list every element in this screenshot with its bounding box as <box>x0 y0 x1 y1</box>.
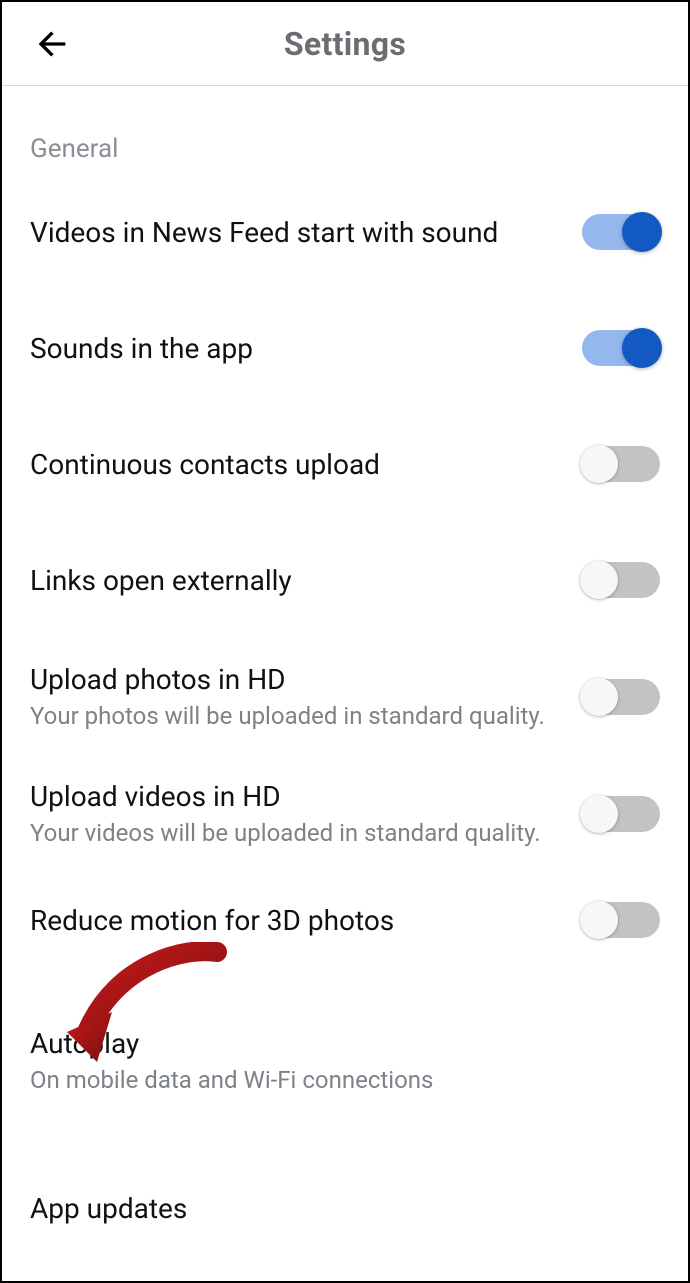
setting-title: Autoplay <box>30 1026 660 1061</box>
toggle-sounds-app[interactable] <box>582 330 660 366</box>
toggle-reduce-motion[interactable] <box>582 902 660 938</box>
toggle-links-external[interactable] <box>582 562 660 598</box>
toggle-upload-photos-hd[interactable] <box>582 679 660 715</box>
section-label-general: General <box>30 134 660 164</box>
toggle-knob <box>580 901 618 939</box>
setting-subtitle: Your photos will be uploaded in standard… <box>30 701 564 731</box>
setting-title: Videos in News Feed start with sound <box>30 215 564 250</box>
setting-title: App updates <box>30 1191 660 1226</box>
setting-row-sounds-app[interactable]: Sounds in the app <box>30 290 660 406</box>
toggle-contacts-upload[interactable] <box>582 446 660 482</box>
setting-title: Reduce motion for 3D photos <box>30 903 564 938</box>
setting-row-links-external[interactable]: Links open externally <box>30 522 660 638</box>
setting-title: Continuous contacts upload <box>30 447 564 482</box>
setting-subtitle: Your videos will be uploaded in standard… <box>30 818 564 848</box>
setting-row-upload-photos-hd[interactable]: Upload photos in HD Your photos will be … <box>30 638 660 755</box>
toggle-videos-sound[interactable] <box>582 214 660 250</box>
toggle-knob <box>622 212 662 252</box>
toggle-knob <box>622 328 662 368</box>
setting-row-contacts-upload[interactable]: Continuous contacts upload <box>30 406 660 522</box>
setting-row-autoplay[interactable]: Autoplay On mobile data and Wi-Fi connec… <box>30 998 660 1123</box>
page-title: Settings <box>2 25 688 63</box>
setting-title: Upload photos in HD <box>30 662 564 697</box>
toggle-upload-videos-hd[interactable] <box>582 796 660 832</box>
toggle-knob <box>580 445 618 483</box>
setting-title: Links open externally <box>30 563 564 598</box>
toggle-knob <box>580 561 618 599</box>
setting-subtitle: On mobile data and Wi-Fi connections <box>30 1065 660 1095</box>
header: Settings <box>2 2 688 86</box>
setting-row-app-updates[interactable]: App updates <box>30 1163 660 1254</box>
setting-row-upload-videos-hd[interactable]: Upload videos in HD Your videos will be … <box>30 755 660 872</box>
setting-title: Sounds in the app <box>30 331 564 366</box>
setting-row-videos-sound[interactable]: Videos in News Feed start with sound <box>30 174 660 290</box>
settings-list: General Videos in News Feed start with s… <box>2 134 688 1254</box>
back-button[interactable] <box>30 22 74 66</box>
toggle-knob <box>580 795 618 833</box>
setting-row-reduce-motion[interactable]: Reduce motion for 3D photos <box>30 872 660 968</box>
arrow-left-icon <box>32 24 72 64</box>
setting-title: Upload videos in HD <box>30 779 564 814</box>
toggle-knob <box>580 678 618 716</box>
